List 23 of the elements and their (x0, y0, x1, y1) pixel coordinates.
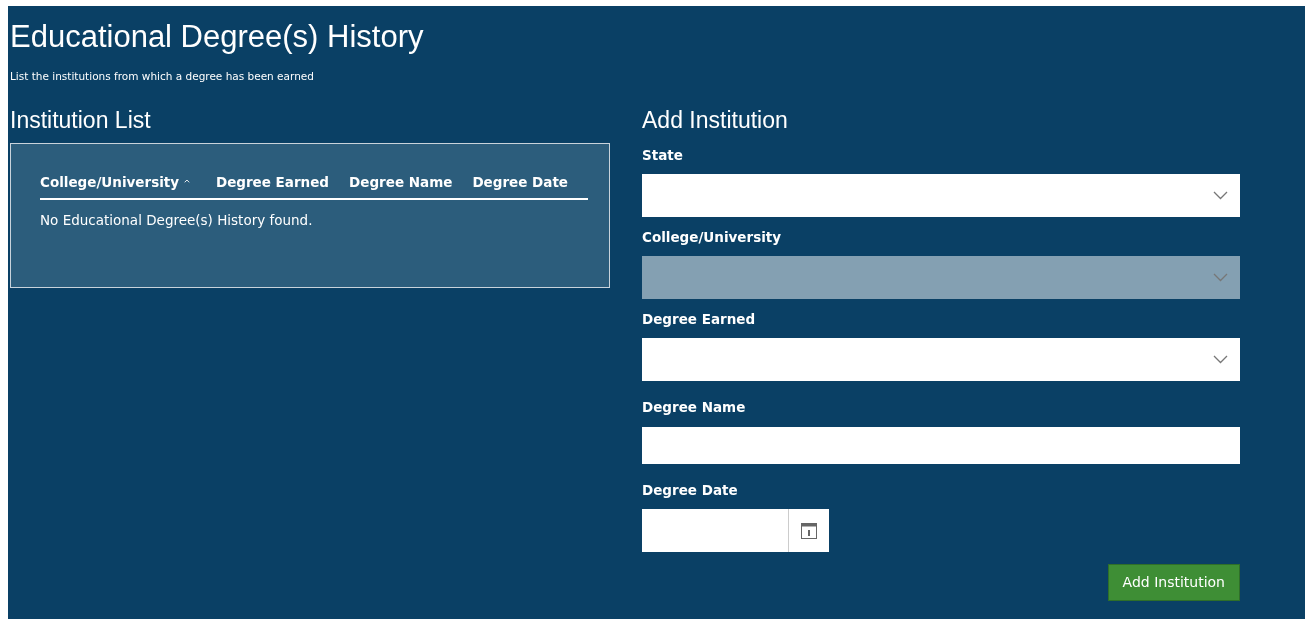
field-label: Degree Date (642, 480, 739, 500)
add-institution-button[interactable]: Add Institution (1107, 563, 1240, 601)
dropdown-field[interactable] (642, 338, 1240, 382)
empty-message: No Educational Degree(s) History found. (40, 210, 314, 230)
date-input-field[interactable] (642, 508, 829, 552)
chevron-down-icon (1213, 355, 1228, 365)
page-subtitle: List the institutions from which a degree has been earned (10, 69, 315, 85)
section-heading: Institution List (10, 106, 152, 135)
dropdown-field[interactable] (642, 173, 1240, 217)
column-header[interactable]: Degree Name (349, 171, 453, 192)
column-header[interactable]: College/University (40, 171, 180, 192)
column-header[interactable]: Degree Date (472, 171, 568, 192)
chevron-down-icon (1213, 273, 1228, 283)
field-label: College/University (642, 227, 783, 247)
field-label: Degree Earned (642, 310, 757, 330)
chevron-down-icon (1213, 190, 1228, 200)
page-title: Educational Degree(s) History (10, 18, 425, 56)
calendar-icon[interactable] (801, 521, 817, 539)
column-header[interactable]: Degree Earned (215, 171, 330, 192)
field-label: State (642, 145, 684, 165)
field-label: Degree Name (642, 398, 747, 418)
text-input-field[interactable] (642, 426, 1240, 464)
section-heading: Add Institution (642, 106, 789, 135)
